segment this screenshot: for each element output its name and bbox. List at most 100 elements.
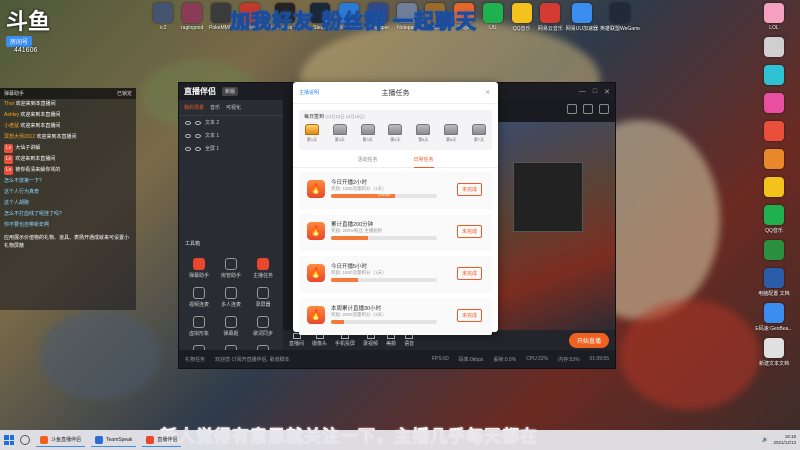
checkin-day[interactable]: 第6天 <box>444 124 459 143</box>
chat-message: 你不要也自带新年啊 <box>0 220 136 231</box>
task-reward: 奖励: 2000流量积分（3天） <box>331 312 387 317</box>
app-icon <box>764 65 784 85</box>
taskbar-app[interactable]: 斗鱼直播伴侣 <box>36 434 86 447</box>
refresh-icon[interactable] <box>567 104 577 114</box>
tool-item[interactable]: 弹幕姬 <box>215 316 247 337</box>
eye-icon[interactable] <box>185 133 191 138</box>
tool-label: 虚拟形象 <box>188 331 209 337</box>
tool-item[interactable]: 多人连麦 <box>215 287 247 308</box>
start-live-button[interactable]: 开始直播 <box>568 332 609 348</box>
chest-icon <box>444 124 459 135</box>
desktop-icon-15[interactable]: 英雄联盟WeGame版 <box>600 0 640 38</box>
minimize-icon[interactable]: — <box>579 88 586 96</box>
tool-item[interactable]: 虚拟形象 <box>183 316 215 337</box>
close-icon[interactable]: ✕ <box>604 88 610 96</box>
chat-nick[interactable]: 冥想大师2012 <box>4 134 35 140</box>
checkin-day[interactable]: 第4天 <box>388 124 403 143</box>
host-version-badge: 新版 <box>222 87 239 96</box>
desktop-icon-label: LOL <box>769 25 779 31</box>
daily-title-text: 每日签到 <box>304 114 325 120</box>
desktop-icon-right-3[interactable] <box>754 90 794 115</box>
desktop-icon-12[interactable]: QQ音乐 <box>508 0 535 38</box>
desktop-icon-right-4[interactable] <box>754 118 794 143</box>
tool-item[interactable]: 弹幕助手 <box>183 258 215 279</box>
chest-icon <box>416 124 431 135</box>
checkin-day[interactable]: 第7天 <box>471 124 486 143</box>
desktop-icon-13[interactable]: 网易云音乐 <box>537 0 564 38</box>
fullscreen-icon[interactable] <box>599 104 609 114</box>
start-icon[interactable] <box>4 435 14 445</box>
eye-icon[interactable] <box>185 146 191 151</box>
status-item: 欢迎您·订阅开直播伴侣, 歌道脚本 <box>215 356 290 363</box>
task-tab[interactable]: 活动任务 <box>357 156 377 163</box>
taskbar-app-label: 直播伴侣 <box>157 437 178 443</box>
layout-icon[interactable] <box>583 104 593 114</box>
host-tab[interactable]: 可视化 <box>226 104 241 111</box>
host-sidebar: 我的场景 音乐 可视化 文本 2 文本 1 全屏 1 工具箱 弹幕助手 房管助手 主播任务视… <box>179 100 283 357</box>
clock[interactable]: 18:18 2021/12/13 <box>773 434 796 446</box>
volume-icon[interactable]: 🔊 <box>762 437 768 443</box>
tool-item[interactable]: 主播任务 <box>247 258 279 279</box>
task-progress-fill <box>331 236 369 240</box>
chat-nick[interactable]: 小老鼠 <box>4 123 19 129</box>
tool-item[interactable]: 歌词同步 <box>247 316 279 337</box>
eye-icon[interactable] <box>185 120 191 125</box>
task-status-button[interactable]: 未完成 <box>456 267 482 280</box>
chat-nick[interactable]: Ashley <box>4 112 19 118</box>
app-icon <box>764 149 784 169</box>
task-tab[interactable]: 日常任务 <box>413 156 434 168</box>
taskbar-app[interactable]: TeamSpeak <box>91 434 137 447</box>
dialog-help-link[interactable]: 主播说明 <box>299 89 319 96</box>
scene-item[interactable]: 文本 2 <box>179 116 283 129</box>
room-tag: 房间号 <box>6 36 33 47</box>
app-icon <box>153 3 174 23</box>
desktop-icon-label: 网易云音乐 <box>537 26 563 32</box>
desktop-icon-right-11[interactable]: 新建文本文档 <box>754 335 794 367</box>
checkin-day[interactable]: 第5天 <box>416 124 431 143</box>
lock-icon[interactable] <box>195 133 201 138</box>
tool-item[interactable]: 录屏器 <box>247 287 279 308</box>
tool-icon <box>225 316 237 328</box>
desktop-icon-right-1[interactable] <box>754 34 794 59</box>
maximize-icon[interactable]: □ <box>593 88 597 96</box>
desktop-icon-0[interactable]: ic2 <box>150 0 177 38</box>
app-icon <box>764 3 784 23</box>
checkin-day[interactable]: 第2天 <box>332 124 347 143</box>
desktop-icon-right-6[interactable] <box>754 174 794 199</box>
close-icon[interactable]: × <box>485 88 490 97</box>
taskbar-app[interactable]: 直播伴侣 <box>142 434 182 447</box>
chat-nick[interactable]: Thor <box>4 101 14 107</box>
desktop-icon-1[interactable]: ragingood <box>179 0 206 38</box>
task-status-button[interactable]: 未完成 <box>456 225 482 238</box>
desktop-icon-14[interactable]: 网易UU加速器 <box>566 0 598 38</box>
task-name: 累计直播200分钟 <box>331 222 374 228</box>
checkin-day-label: 第6天 <box>446 137 457 142</box>
lock-icon[interactable] <box>195 146 201 151</box>
checkin-day[interactable]: 第3天 <box>360 124 375 143</box>
checkin-day[interactable]: 第1天 <box>305 124 319 143</box>
scene-item[interactable]: 全屏 1 <box>179 142 283 155</box>
search-icon[interactable] <box>20 435 30 445</box>
tool-item[interactable]: 房管助手 <box>215 258 247 279</box>
desktop-icon-right-5[interactable] <box>754 146 794 171</box>
task-status-button[interactable]: 未完成 <box>456 183 482 196</box>
lock-icon[interactable] <box>195 120 201 125</box>
danmaku-lock[interactable]: 已锁定 <box>117 90 132 97</box>
desktop-icon-right-0[interactable]: LOL <box>754 0 794 31</box>
desktop-icon-right-10[interactable]: E码速 GeoBea... <box>754 300 794 332</box>
desktop-icon-11[interactable]: UU <box>480 0 507 38</box>
tool-item[interactable]: 视频连麦 <box>183 287 215 308</box>
desktop-icon-right-9[interactable]: 电脑配置 文档 <box>754 265 794 297</box>
desktop-icon-right-7[interactable]: QQ音乐 <box>754 202 794 234</box>
desktop-icon-right-8[interactable] <box>754 237 794 262</box>
scene-item[interactable]: 文本 1 <box>179 129 283 142</box>
taskbar-app-icon <box>146 435 155 444</box>
scene-label: 全屏 1 <box>205 146 220 152</box>
preview-toolbar <box>567 104 609 114</box>
chat-text: 这个人行为真奇 <box>4 189 40 195</box>
desktop-icon-right-2[interactable] <box>754 62 794 87</box>
host-tab[interactable]: 音乐 <box>210 104 220 111</box>
task-status-button[interactable]: 未完成 <box>456 309 482 322</box>
host-tab[interactable]: 我的场景 <box>184 104 204 111</box>
task-reward: 奖励: 1500流量积分（1天） <box>331 270 387 275</box>
